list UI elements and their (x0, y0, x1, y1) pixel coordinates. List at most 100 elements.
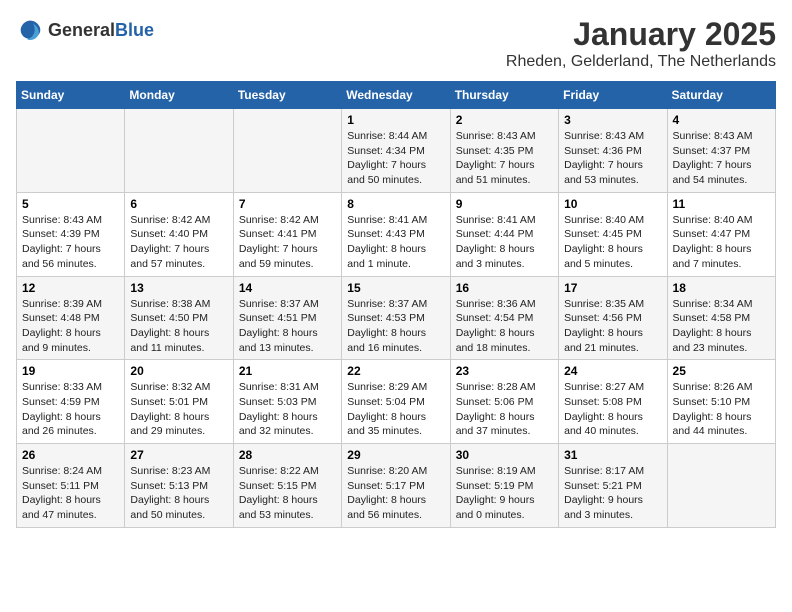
day-number: 16 (456, 281, 553, 295)
day-info: Sunrise: 8:26 AM Sunset: 5:10 PM Dayligh… (673, 380, 770, 439)
day-info: Sunrise: 8:41 AM Sunset: 4:43 PM Dayligh… (347, 213, 444, 272)
day-info: Sunrise: 8:43 AM Sunset: 4:39 PM Dayligh… (22, 213, 119, 272)
subtitle: Rheden, Gelderland, The Netherlands (506, 53, 776, 71)
header-sunday: Sunday (17, 82, 125, 109)
day-number: 15 (347, 281, 444, 295)
calendar-cell-w2-d5: 10 Sunrise: 8:40 AM Sunset: 4:45 PM Dayli… (559, 192, 667, 276)
calendar-cell-w4-d2: 21 Sunrise: 8:31 AM Sunset: 5:03 PM Dayli… (233, 360, 341, 444)
day-info: Sunrise: 8:43 AM Sunset: 4:36 PM Dayligh… (564, 129, 661, 188)
day-number: 7 (239, 197, 336, 211)
calendar-cell-w1-d3: 1 Sunrise: 8:44 AM Sunset: 4:34 PM Daylig… (342, 109, 450, 193)
day-number: 13 (130, 281, 227, 295)
day-info: Sunrise: 8:20 AM Sunset: 5:17 PM Dayligh… (347, 464, 444, 523)
day-info: Sunrise: 8:40 AM Sunset: 4:47 PM Dayligh… (673, 213, 770, 272)
day-number: 11 (673, 197, 770, 211)
day-number: 18 (673, 281, 770, 295)
day-info: Sunrise: 8:43 AM Sunset: 4:35 PM Dayligh… (456, 129, 553, 188)
day-info: Sunrise: 8:38 AM Sunset: 4:50 PM Dayligh… (130, 297, 227, 356)
calendar-cell-w2-d6: 11 Sunrise: 8:40 AM Sunset: 4:47 PM Dayli… (667, 192, 775, 276)
header-monday: Monday (125, 82, 233, 109)
calendar-cell-w4-d4: 23 Sunrise: 8:28 AM Sunset: 5:06 PM Dayli… (450, 360, 558, 444)
calendar-cell-w1-d6: 4Sunrise: 8:43 AM Sunset: 4:37 PM Daylig… (667, 109, 775, 193)
calendar-cell-w4-d5: 24 Sunrise: 8:27 AM Sunset: 5:08 PM Dayli… (559, 360, 667, 444)
calendar-cell-w1-d0 (17, 109, 125, 193)
day-number: 21 (239, 364, 336, 378)
day-number: 30 (456, 448, 553, 462)
day-number: 17 (564, 281, 661, 295)
header-wednesday: Wednesday (342, 82, 450, 109)
day-info: Sunrise: 8:27 AM Sunset: 5:08 PM Dayligh… (564, 380, 661, 439)
calendar-cell-w2-d3: 8 Sunrise: 8:41 AM Sunset: 4:43 PM Daylig… (342, 192, 450, 276)
calendar-cell-w3-d4: 16 Sunrise: 8:36 AM Sunset: 4:54 PM Dayli… (450, 276, 558, 360)
calendar-cell-w5-d6 (667, 444, 775, 528)
day-number: 19 (22, 364, 119, 378)
day-number: 26 (22, 448, 119, 462)
day-info: Sunrise: 8:36 AM Sunset: 4:54 PM Dayligh… (456, 297, 553, 356)
header-thursday: Thursday (450, 82, 558, 109)
main-title: January 2025 (506, 16, 776, 53)
day-info: Sunrise: 8:33 AM Sunset: 4:59 PM Dayligh… (22, 380, 119, 439)
calendar-cell-w5-d4: 30 Sunrise: 8:19 AM Sunset: 5:19 PM Dayli… (450, 444, 558, 528)
page-header: GeneralBlue January 2025 Rheden, Gelderl… (16, 16, 776, 71)
header-saturday: Saturday (667, 82, 775, 109)
day-info: Sunrise: 8:37 AM Sunset: 4:53 PM Dayligh… (347, 297, 444, 356)
calendar-cell-w3-d1: 13 Sunrise: 8:38 AM Sunset: 4:50 PM Dayli… (125, 276, 233, 360)
logo-text: GeneralBlue (48, 20, 154, 41)
day-info: Sunrise: 8:34 AM Sunset: 4:58 PM Dayligh… (673, 297, 770, 356)
calendar-cell-w5-d2: 28 Sunrise: 8:22 AM Sunset: 5:15 PM Dayli… (233, 444, 341, 528)
calendar-cell-w1-d2 (233, 109, 341, 193)
header-friday: Friday (559, 82, 667, 109)
calendar-cell-w4-d6: 25Sunrise: 8:26 AM Sunset: 5:10 PM Dayli… (667, 360, 775, 444)
day-info: Sunrise: 8:37 AM Sunset: 4:51 PM Dayligh… (239, 297, 336, 356)
day-number: 28 (239, 448, 336, 462)
header-tuesday: Tuesday (233, 82, 341, 109)
calendar-cell-w3-d2: 14 Sunrise: 8:37 AM Sunset: 4:51 PM Dayli… (233, 276, 341, 360)
day-number: 23 (456, 364, 553, 378)
day-number: 4 (673, 113, 770, 127)
day-info: Sunrise: 8:22 AM Sunset: 5:15 PM Dayligh… (239, 464, 336, 523)
calendar-week-4: 19 Sunrise: 8:33 AM Sunset: 4:59 PM Dayli… (17, 360, 776, 444)
day-number: 3 (564, 113, 661, 127)
calendar-week-2: 5 Sunrise: 8:43 AM Sunset: 4:39 PM Daylig… (17, 192, 776, 276)
day-number: 14 (239, 281, 336, 295)
day-number: 1 (347, 113, 444, 127)
calendar-cell-w2-d0: 5 Sunrise: 8:43 AM Sunset: 4:39 PM Daylig… (17, 192, 125, 276)
day-number: 5 (22, 197, 119, 211)
calendar-table: Sunday Monday Tuesday Wednesday Thursday… (16, 81, 776, 528)
calendar-week-1: 1 Sunrise: 8:44 AM Sunset: 4:34 PM Daylig… (17, 109, 776, 193)
day-number: 27 (130, 448, 227, 462)
logo-icon (16, 16, 44, 44)
day-number: 29 (347, 448, 444, 462)
day-info: Sunrise: 8:24 AM Sunset: 5:11 PM Dayligh… (22, 464, 119, 523)
calendar-week-3: 12 Sunrise: 8:39 AM Sunset: 4:48 PM Dayli… (17, 276, 776, 360)
calendar-header-row: Sunday Monday Tuesday Wednesday Thursday… (17, 82, 776, 109)
day-info: Sunrise: 8:17 AM Sunset: 5:21 PM Dayligh… (564, 464, 661, 523)
calendar-cell-w3-d5: 17Sunrise: 8:35 AM Sunset: 4:56 PM Dayli… (559, 276, 667, 360)
day-number: 12 (22, 281, 119, 295)
calendar-cell-w5-d1: 27Sunrise: 8:23 AM Sunset: 5:13 PM Dayli… (125, 444, 233, 528)
day-info: Sunrise: 8:44 AM Sunset: 4:34 PM Dayligh… (347, 129, 444, 188)
day-info: Sunrise: 8:29 AM Sunset: 5:04 PM Dayligh… (347, 380, 444, 439)
calendar-cell-w5-d0: 26 Sunrise: 8:24 AM Sunset: 5:11 PM Dayli… (17, 444, 125, 528)
day-info: Sunrise: 8:19 AM Sunset: 5:19 PM Dayligh… (456, 464, 553, 523)
day-number: 10 (564, 197, 661, 211)
day-info: Sunrise: 8:32 AM Sunset: 5:01 PM Dayligh… (130, 380, 227, 439)
calendar-cell-w1-d4: 2Sunrise: 8:43 AM Sunset: 4:35 PM Daylig… (450, 109, 558, 193)
day-number: 22 (347, 364, 444, 378)
calendar-cell-w4-d1: 20Sunrise: 8:32 AM Sunset: 5:01 PM Dayli… (125, 360, 233, 444)
title-area: January 2025 Rheden, Gelderland, The Net… (506, 16, 776, 71)
day-info: Sunrise: 8:42 AM Sunset: 4:41 PM Dayligh… (239, 213, 336, 272)
logo: GeneralBlue (16, 16, 154, 44)
calendar-cell-w4-d0: 19 Sunrise: 8:33 AM Sunset: 4:59 PM Dayli… (17, 360, 125, 444)
calendar-cell-w2-d4: 9 Sunrise: 8:41 AM Sunset: 4:44 PM Daylig… (450, 192, 558, 276)
day-number: 9 (456, 197, 553, 211)
calendar-cell-w3-d0: 12 Sunrise: 8:39 AM Sunset: 4:48 PM Dayli… (17, 276, 125, 360)
day-info: Sunrise: 8:41 AM Sunset: 4:44 PM Dayligh… (456, 213, 553, 272)
day-info: Sunrise: 8:40 AM Sunset: 4:45 PM Dayligh… (564, 213, 661, 272)
day-info: Sunrise: 8:39 AM Sunset: 4:48 PM Dayligh… (22, 297, 119, 356)
logo-blue: Blue (115, 20, 154, 40)
day-number: 24 (564, 364, 661, 378)
day-info: Sunrise: 8:31 AM Sunset: 5:03 PM Dayligh… (239, 380, 336, 439)
day-info: Sunrise: 8:28 AM Sunset: 5:06 PM Dayligh… (456, 380, 553, 439)
day-number: 8 (347, 197, 444, 211)
